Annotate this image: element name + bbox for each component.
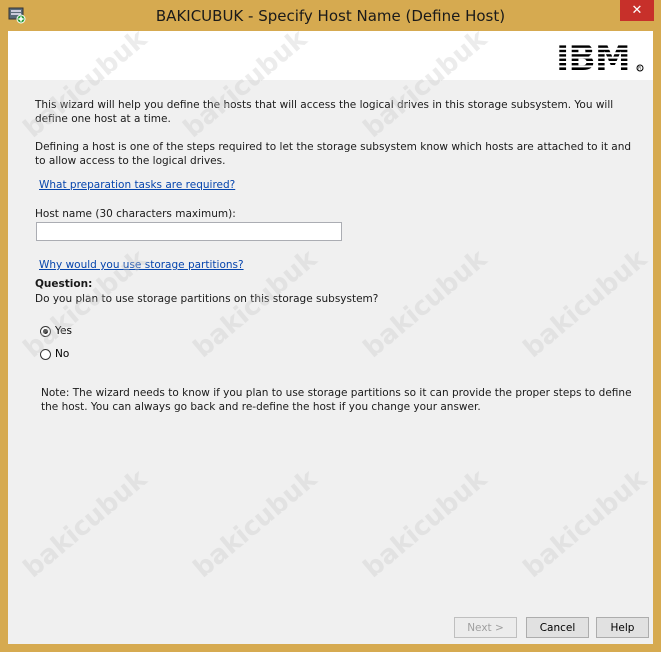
intro-paragraph-1: This wizard will help you define the hos…	[35, 99, 614, 125]
help-button[interactable]: Help	[596, 617, 649, 638]
close-icon: ✕	[631, 3, 643, 18]
ibm-logo-icon: IBM R	[556, 40, 644, 74]
svg-text:IBM: IBM	[556, 40, 630, 74]
next-button[interactable]: Next >	[454, 617, 517, 638]
radio-yes[interactable]: Yes	[40, 325, 72, 337]
intro-paragraph-2: Defining a host is one of the steps requ…	[35, 141, 632, 167]
question-heading: Question:	[35, 278, 93, 290]
dialog-window: BAKICUBUK - Specify Host Name (Define Ho…	[0, 0, 661, 652]
cancel-button[interactable]: Cancel	[526, 617, 589, 638]
radio-no-label: No	[55, 348, 70, 360]
host-name-label: Host name (30 characters maximum):	[35, 208, 236, 220]
radio-yes-indicator[interactable]	[40, 325, 51, 337]
radio-no[interactable]: No	[40, 348, 69, 360]
host-name-input[interactable]	[36, 222, 342, 241]
title-bar[interactable]: BAKICUBUK - Specify Host Name (Define Ho…	[0, 0, 661, 31]
radio-yes-label: Yes	[55, 325, 72, 337]
wizard-content: This wizard will help you define the hos…	[8, 80, 653, 644]
svg-text:R: R	[638, 66, 641, 71]
close-button[interactable]: ✕	[620, 0, 654, 21]
storage-partitions-link[interactable]: Why would you use storage partitions?	[39, 259, 244, 271]
window-title: BAKICUBUK - Specify Host Name (Define Ho…	[155, 7, 506, 25]
preparation-tasks-link[interactable]: What preparation tasks are required?	[39, 179, 235, 191]
question-text: Do you plan to use storage partitions on…	[35, 293, 379, 305]
header-banner: IBM R	[8, 31, 653, 80]
dialog-client-area: IBM R This wizard will help you define t…	[8, 31, 653, 644]
radio-no-indicator[interactable]	[40, 348, 51, 360]
note-text: Note: The wizard needs to know if you pl…	[41, 387, 632, 413]
